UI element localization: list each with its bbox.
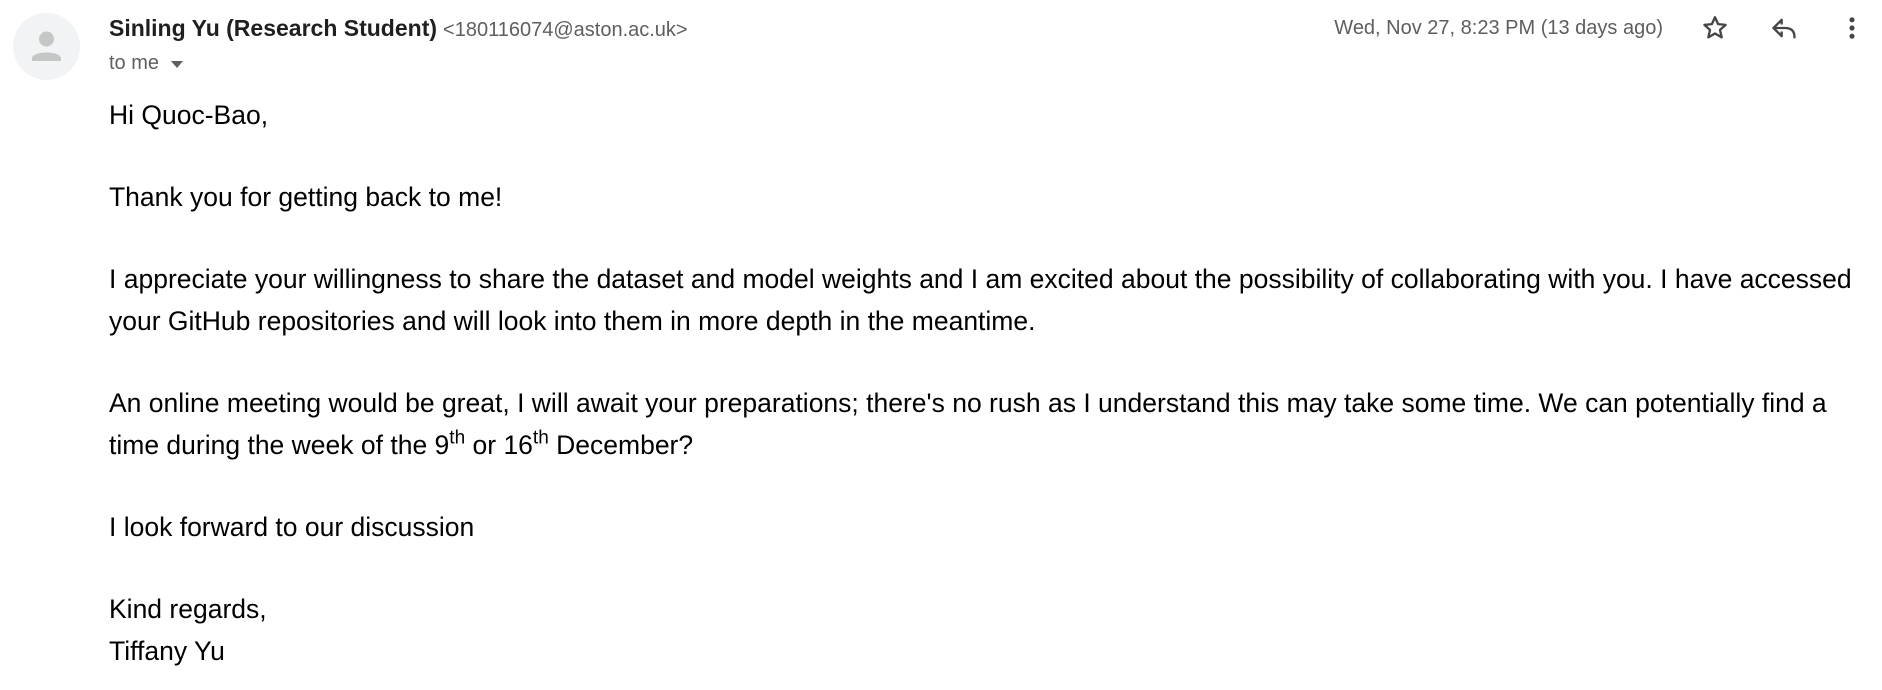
person-avatar-icon[interactable] — [13, 13, 80, 80]
meeting-text-3: December? — [548, 430, 694, 460]
more-vert-icon[interactable] — [1832, 8, 1872, 48]
signature: Tiffany Yu — [109, 636, 225, 666]
reply-icon[interactable] — [1764, 8, 1804, 48]
email-body: Hi Quoc-Bao, Thank you for getting back … — [109, 94, 1871, 672]
email-message: Sinling Yu (Research Student) <180116074@… — [0, 0, 1882, 690]
paragraph-dataset: I appreciate your willingness to share t… — [109, 264, 1852, 336]
meeting-text-2: or 16 — [465, 430, 533, 460]
paragraph-meeting: An online meeting would be great, I will… — [109, 382, 1871, 466]
sender-email: <180116074@aston.ac.uk> — [443, 19, 688, 41]
caret-down-icon[interactable] — [171, 47, 184, 77]
thanks-line: Thank you for getting back to me! — [109, 182, 503, 212]
star-outline-icon[interactable] — [1695, 8, 1735, 48]
ordinal-suffix-1: th — [449, 427, 466, 449]
meeting-text-1: An online meeting would be great, I will… — [109, 388, 1827, 460]
sender-line: Sinling Yu (Research Student) <180116074@… — [109, 13, 688, 47]
message-timestamp: Wed, Nov 27, 8:23 PM (13 days ago) — [1334, 17, 1663, 39]
recipient-label: to me — [109, 52, 160, 74]
recipient-details-toggle[interactable]: to me — [109, 47, 184, 78]
ordinal-suffix-2: th — [532, 427, 549, 449]
closing-line: I look forward to our discussion — [109, 512, 475, 542]
greeting: Hi Quoc-Bao, — [109, 100, 269, 130]
signoff: Kind regards, — [109, 594, 267, 624]
sender-name[interactable]: Sinling Yu (Research Student) — [109, 15, 437, 41]
